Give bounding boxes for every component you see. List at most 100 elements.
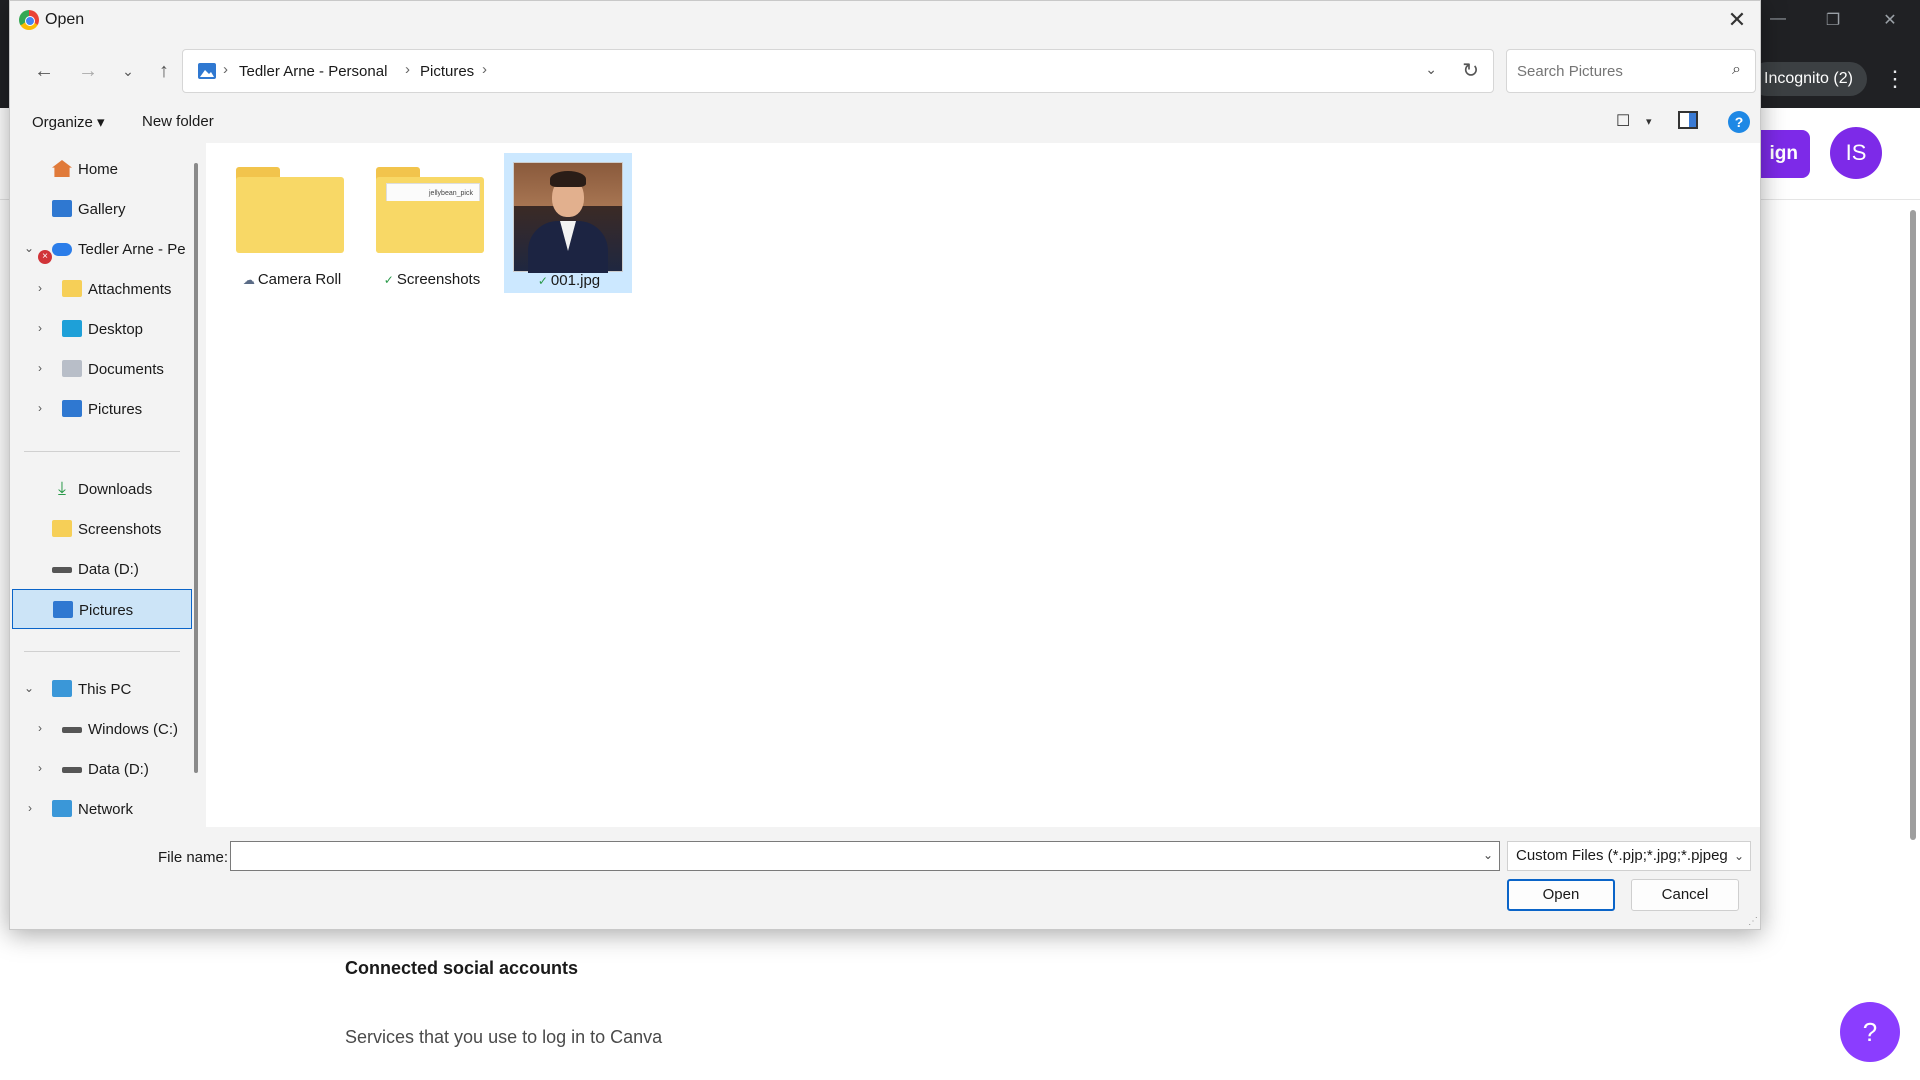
chevron-down-icon[interactable]: ⌄ — [1734, 842, 1744, 870]
view-mode-icon[interactable]: ☐ — [1616, 111, 1630, 131]
up-arrow-icon[interactable]: ↑ — [148, 55, 180, 87]
chevron-right-icon[interactable]: › — [38, 281, 42, 295]
pictures-icon — [62, 400, 82, 417]
file-list: ☁ Camera Roll jellybean_pick ✓ Screenshots — [206, 143, 1760, 827]
file-item-screenshots[interactable]: jellybean_pick ✓ Screenshots — [368, 153, 496, 293]
drive-icon — [62, 767, 82, 773]
documents-icon — [62, 360, 82, 377]
sidebar-item-desktop[interactable]: › Desktop — [12, 309, 192, 349]
file-item-camera-roll[interactable]: ☁ Camera Roll — [228, 153, 356, 293]
chrome-icon — [19, 10, 39, 30]
sidebar-item-label: Home — [78, 161, 119, 178]
search-icon[interactable]: ⌕ — [1732, 61, 1741, 79]
refresh-icon[interactable]: ↻ — [1462, 58, 1479, 83]
sidebar-item-label: Documents — [88, 361, 164, 378]
file-name-combobox[interactable]: ⌄ — [230, 841, 1500, 871]
sidebar-item-network[interactable]: › Network — [12, 789, 192, 829]
chevron-down-icon[interactable]: ⌄ — [1483, 848, 1493, 862]
sidebar-item-gallery[interactable]: Gallery — [12, 189, 192, 229]
open-file-dialog: Open ✕ ← → ⌄ ↑ › Tedler Arne - Personal … — [9, 0, 1761, 930]
sidebar-item-home[interactable]: Home — [12, 149, 192, 189]
cancel-button[interactable]: Cancel — [1631, 879, 1739, 911]
sidebar-item-attachments[interactable]: › Attachments — [12, 269, 192, 309]
sidebar-item-label: Desktop — [88, 321, 144, 338]
sidebar-item-downloads[interactable]: ⤓ Downloads — [12, 469, 192, 509]
sidebar-item-label: Downloads — [78, 481, 153, 498]
sidebar-item-label: Pictures — [88, 401, 143, 418]
incognito-badge[interactable]: Incognito (2) — [1750, 62, 1867, 96]
window-close-icon[interactable]: ✕ — [1870, 10, 1910, 30]
image-thumbnail — [513, 162, 623, 273]
browser-menu-icon[interactable]: ⋮ — [1880, 62, 1910, 96]
file-item-001-jpg[interactable]: ✓ 001.jpg — [504, 153, 632, 293]
sidebar-item-windows-c[interactable]: › Windows (C:) — [12, 709, 192, 749]
chevron-right-icon[interactable]: › — [38, 401, 42, 415]
recent-locations-chevron-icon[interactable]: ⌄ — [112, 55, 144, 87]
breadcrumb-separator[interactable]: › — [482, 61, 487, 78]
organize-button[interactable]: Organize ▾ — [32, 113, 105, 131]
window-maximize-icon[interactable]: ❐ — [1813, 10, 1853, 30]
sidebar-item-onedrive[interactable]: ⌄ × Tedler Arne - Pe — [12, 229, 192, 269]
sidebar-item-pictures-onedrive[interactable]: › Pictures — [12, 389, 192, 429]
preview-pane-icon[interactable] — [1678, 111, 1698, 129]
pc-icon — [52, 680, 72, 697]
sync-error-icon: × — [38, 250, 52, 264]
chevron-right-icon[interactable]: › — [38, 361, 42, 375]
section-description: Services that you use to log in to Canva — [345, 1027, 663, 1047]
file-item-label: ✓ Screenshots — [383, 271, 481, 288]
breadcrumb-tedler-arne[interactable]: Tedler Arne - Personal — [239, 63, 387, 80]
drive-icon — [52, 567, 72, 573]
close-icon[interactable]: ✕ — [1720, 5, 1754, 35]
search-box[interactable]: ⌕ — [1506, 49, 1756, 93]
address-bar[interactable]: › Tedler Arne - Personal › Pictures › ⌄ … — [182, 49, 1494, 93]
chevron-down-icon[interactable]: ⌄ — [24, 241, 34, 255]
network-icon — [52, 800, 72, 817]
file-item-label: ☁ Camera Roll — [242, 271, 342, 288]
forward-arrow-icon[interactable]: → — [72, 55, 104, 87]
sidebar-item-data-d-quick[interactable]: Data (D:) — [12, 549, 192, 589]
nav-scrollbar[interactable] — [194, 163, 198, 773]
sidebar-item-data-d[interactable]: › Data (D:) — [12, 749, 192, 789]
new-folder-button[interactable]: New folder — [142, 113, 214, 130]
sidebar-item-documents[interactable]: › Documents — [12, 349, 192, 389]
view-dropdown-icon[interactable]: ▾ — [1646, 115, 1652, 128]
help-icon[interactable]: ? — [1728, 111, 1750, 133]
open-button[interactable]: Open — [1507, 879, 1615, 911]
file-type-select[interactable]: Custom Files (*.pjp;*.jpg;*.pjpeg ⌄ — [1507, 841, 1751, 871]
dialog-titlebar[interactable]: Open ✕ — [10, 1, 1760, 39]
resize-grip-icon[interactable]: ⋰ — [1748, 916, 1758, 927]
sidebar-item-pictures-quick[interactable]: Pictures — [12, 589, 192, 629]
pictures-icon — [198, 63, 216, 79]
sidebar-item-screenshots[interactable]: Screenshots — [12, 509, 192, 549]
back-arrow-icon[interactable]: ← — [28, 55, 60, 87]
sidebar-item-label: Tedler Arne - Pe — [78, 241, 186, 258]
chevron-right-icon[interactable]: › — [38, 321, 42, 335]
chevron-down-icon[interactable]: ⌄ — [24, 681, 34, 695]
drive-icon — [62, 727, 82, 733]
chevron-right-icon[interactable]: › — [38, 721, 42, 735]
address-dropdown-icon[interactable]: ⌄ — [1425, 61, 1437, 78]
breadcrumb-pictures[interactable]: Pictures — [420, 63, 474, 80]
onedrive-cloud-icon — [52, 243, 72, 256]
sidebar-item-label: Attachments — [88, 281, 172, 298]
breadcrumb-separator[interactable]: › — [405, 61, 410, 78]
chevron-right-icon[interactable]: › — [38, 761, 42, 775]
folder-preview-text: jellybean_pick — [429, 190, 473, 197]
sidebar-item-label: Data (D:) — [88, 761, 149, 778]
file-name-input[interactable] — [237, 846, 1467, 866]
folder-icon — [62, 280, 82, 297]
pictures-icon — [53, 601, 73, 618]
folder-icon: jellybean_pick — [376, 167, 484, 253]
sidebar-item-this-pc[interactable]: ⌄ This PC — [12, 669, 192, 709]
help-button[interactable]: ? — [1840, 1002, 1900, 1062]
sidebar-item-label: This PC — [78, 681, 132, 698]
sidebar-item-label: Gallery — [78, 201, 126, 218]
section-title: Connected social accounts — [345, 958, 579, 978]
page-scrollbar[interactable] — [1910, 210, 1916, 840]
avatar[interactable]: IS — [1830, 127, 1882, 179]
window-minimize-icon[interactable]: — — [1758, 10, 1798, 28]
gallery-icon — [52, 200, 72, 217]
file-name-label: File name: — [158, 849, 229, 866]
search-input[interactable] — [1517, 60, 1717, 82]
chevron-right-icon[interactable]: › — [28, 801, 32, 815]
